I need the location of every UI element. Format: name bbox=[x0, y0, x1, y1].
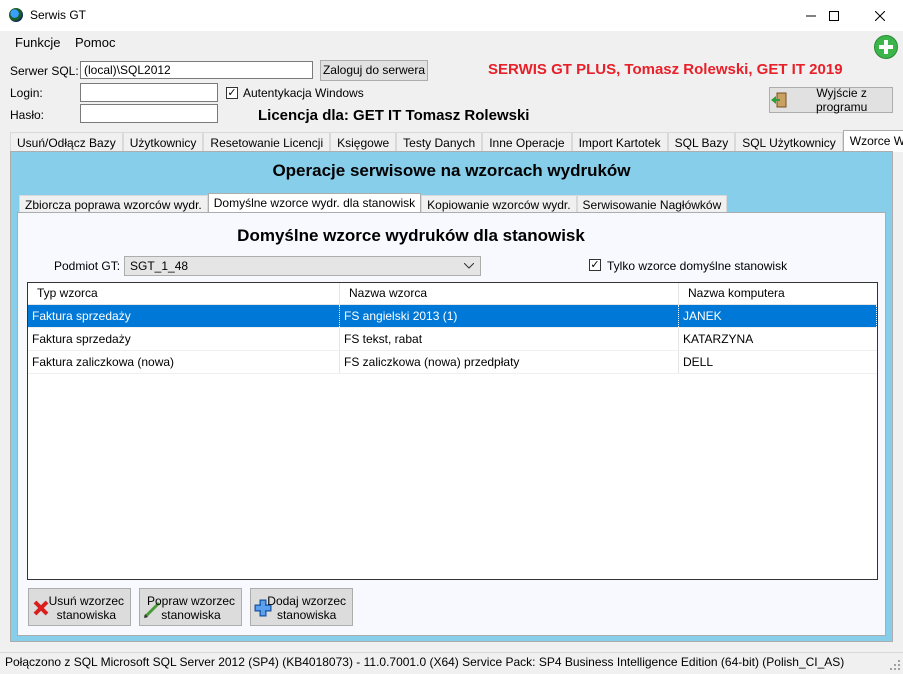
license-label: Licencja dla: GET IT Tomasz Rolewski bbox=[258, 107, 530, 124]
subtab-zbiorcza[interactable]: Zbiorcza poprawa wzorców wydr. bbox=[19, 195, 208, 213]
table-row[interactable]: Faktura zaliczkowa (nowa) FS zaliczkowa … bbox=[28, 351, 877, 374]
panel-title: Operacje serwisowe na wzorcach wydruków bbox=[272, 161, 631, 180]
subtab-naglowki[interactable]: Serwisowanie Nagłówków bbox=[576, 195, 728, 213]
column-header-nazwa[interactable]: Nazwa wzorca bbox=[340, 283, 679, 304]
delete-template-button[interactable]: Usuń wzorzec stanowiska bbox=[28, 588, 131, 626]
password-label: Hasło: bbox=[10, 108, 45, 122]
menu-funkcje[interactable]: Funkcje bbox=[15, 35, 61, 50]
resize-grip-icon[interactable] bbox=[889, 659, 901, 671]
chevron-down-icon bbox=[464, 263, 474, 269]
cell-typ: Faktura sprzedaży bbox=[28, 305, 340, 327]
subtab-domyslne[interactable]: Domyślne wzorce wydr. dla stanowisk bbox=[207, 193, 422, 213]
plus-icon bbox=[879, 40, 893, 54]
cell-komputer: DELL bbox=[683, 355, 714, 369]
cell-nazwa: FS zaliczkowa (nowa) przedpłaty bbox=[340, 351, 679, 373]
only-default-checkbox[interactable]: ✓ bbox=[589, 259, 601, 271]
login-label: Login: bbox=[10, 86, 43, 100]
sub-panel-title: Domyślne wzorce wydruków dla stanowisk bbox=[237, 226, 585, 245]
cell-typ: Faktura sprzedaży bbox=[28, 328, 340, 350]
column-header-komputer[interactable]: Nazwa komputera bbox=[679, 283, 877, 304]
tab-sql-uzytkownicy[interactable]: SQL Użytkownicy bbox=[735, 132, 843, 152]
app-icon bbox=[9, 8, 23, 22]
add-green-button[interactable] bbox=[874, 35, 898, 59]
title-bar bbox=[0, 0, 903, 31]
tab-uzytkownicy[interactable]: Użytkownicy bbox=[122, 132, 204, 152]
exit-button-label: Wyjście z programu bbox=[815, 86, 868, 114]
edit-template-button[interactable]: Popraw wzorzec stanowiska bbox=[139, 588, 242, 626]
product-title: SERWIS GT PLUS, Tomasz Rolewski, GET IT … bbox=[488, 61, 843, 78]
tab-usun-odlacz[interactable]: Usuń/Odłącz Bazy bbox=[10, 132, 123, 152]
status-text: Połączono z SQL Microsoft SQL Server 201… bbox=[5, 655, 845, 669]
column-header-typ[interactable]: Typ wzorca bbox=[28, 283, 340, 304]
menu-pomoc[interactable]: Pomoc bbox=[75, 35, 115, 50]
maximize-button[interactable] bbox=[811, 0, 857, 31]
podmiot-value: SGT_1_48 bbox=[130, 259, 189, 273]
windows-auth-label: Autentykacja Windows bbox=[243, 86, 364, 100]
menu-bar bbox=[0, 31, 903, 53]
table-row[interactable]: Faktura sprzedaży FS angielski 2013 (1) … bbox=[28, 305, 877, 328]
delete-template-label: Usuń wzorzec stanowiska bbox=[48, 594, 124, 622]
close-button[interactable] bbox=[857, 0, 903, 31]
tab-testy-danych[interactable]: Testy Danych bbox=[396, 132, 483, 152]
cell-komputer: JANEK bbox=[679, 305, 877, 327]
main-tabs: Usuń/Odłącz Bazy Użytkownicy Resetowanie… bbox=[10, 130, 903, 152]
cell-nazwa: FS angielski 2013 (1) bbox=[340, 305, 679, 327]
add-template-button[interactable]: Dodaj wzorzec stanowiska bbox=[250, 588, 353, 626]
add-template-label: Dodaj wzorzec stanowiska bbox=[267, 594, 346, 622]
grid-header: Typ wzorca Nazwa wzorca Nazwa komputera bbox=[28, 283, 877, 305]
tab-sql-bazy[interactable]: SQL Bazy bbox=[667, 132, 736, 152]
table-row[interactable]: Faktura sprzedaży FS tekst, rabat KATARZ… bbox=[28, 328, 877, 351]
tab-inne-operacje[interactable]: Inne Operacje bbox=[482, 132, 572, 152]
podmiot-select[interactable]: SGT_1_48 bbox=[124, 256, 481, 276]
templates-grid[interactable]: Typ wzorca Nazwa wzorca Nazwa komputera … bbox=[27, 282, 878, 580]
exit-door-icon bbox=[771, 92, 787, 108]
sub-tabs: Zbiorcza poprawa wzorców wydr. Domyślne … bbox=[19, 193, 728, 213]
windows-auth-checkbox[interactable]: ✓ bbox=[226, 87, 238, 99]
cell-nazwa: FS tekst, rabat bbox=[340, 328, 679, 350]
cell-typ: Faktura zaliczkowa (nowa) bbox=[28, 351, 340, 373]
tab-resetowanie[interactable]: Resetowanie Licencji bbox=[203, 132, 331, 152]
only-default-label: Tylko wzorce domyślne stanowisk bbox=[607, 259, 788, 273]
podmiot-label: Podmiot GT: bbox=[54, 259, 121, 273]
connect-button[interactable]: Zaloguj do serwera bbox=[320, 60, 428, 81]
password-input[interactable] bbox=[80, 104, 218, 123]
server-input[interactable]: (local)\SQL2012 bbox=[80, 61, 313, 79]
window-title: Serwis GT bbox=[30, 8, 87, 22]
tab-ksiegowe[interactable]: Księgowe bbox=[330, 132, 397, 152]
server-label: Serwer SQL: bbox=[10, 64, 79, 78]
exit-button[interactable]: Wyjście z programu bbox=[769, 86, 893, 114]
tab-import-kartotek[interactable]: Import Kartotek bbox=[571, 132, 668, 152]
maximize-icon bbox=[829, 10, 839, 21]
delete-x-icon bbox=[33, 600, 49, 616]
login-input[interactable] bbox=[80, 83, 218, 102]
close-icon bbox=[875, 10, 885, 21]
tab-wzorce-wydruku[interactable]: Wzorce Wydruku bbox=[842, 130, 903, 152]
edit-template-label: Popraw wzorzec stanowiska bbox=[146, 594, 235, 622]
cell-komputer: KATARZYNA bbox=[683, 332, 754, 346]
subtab-kopiowanie[interactable]: Kopiowanie wzorców wydr. bbox=[421, 195, 577, 213]
